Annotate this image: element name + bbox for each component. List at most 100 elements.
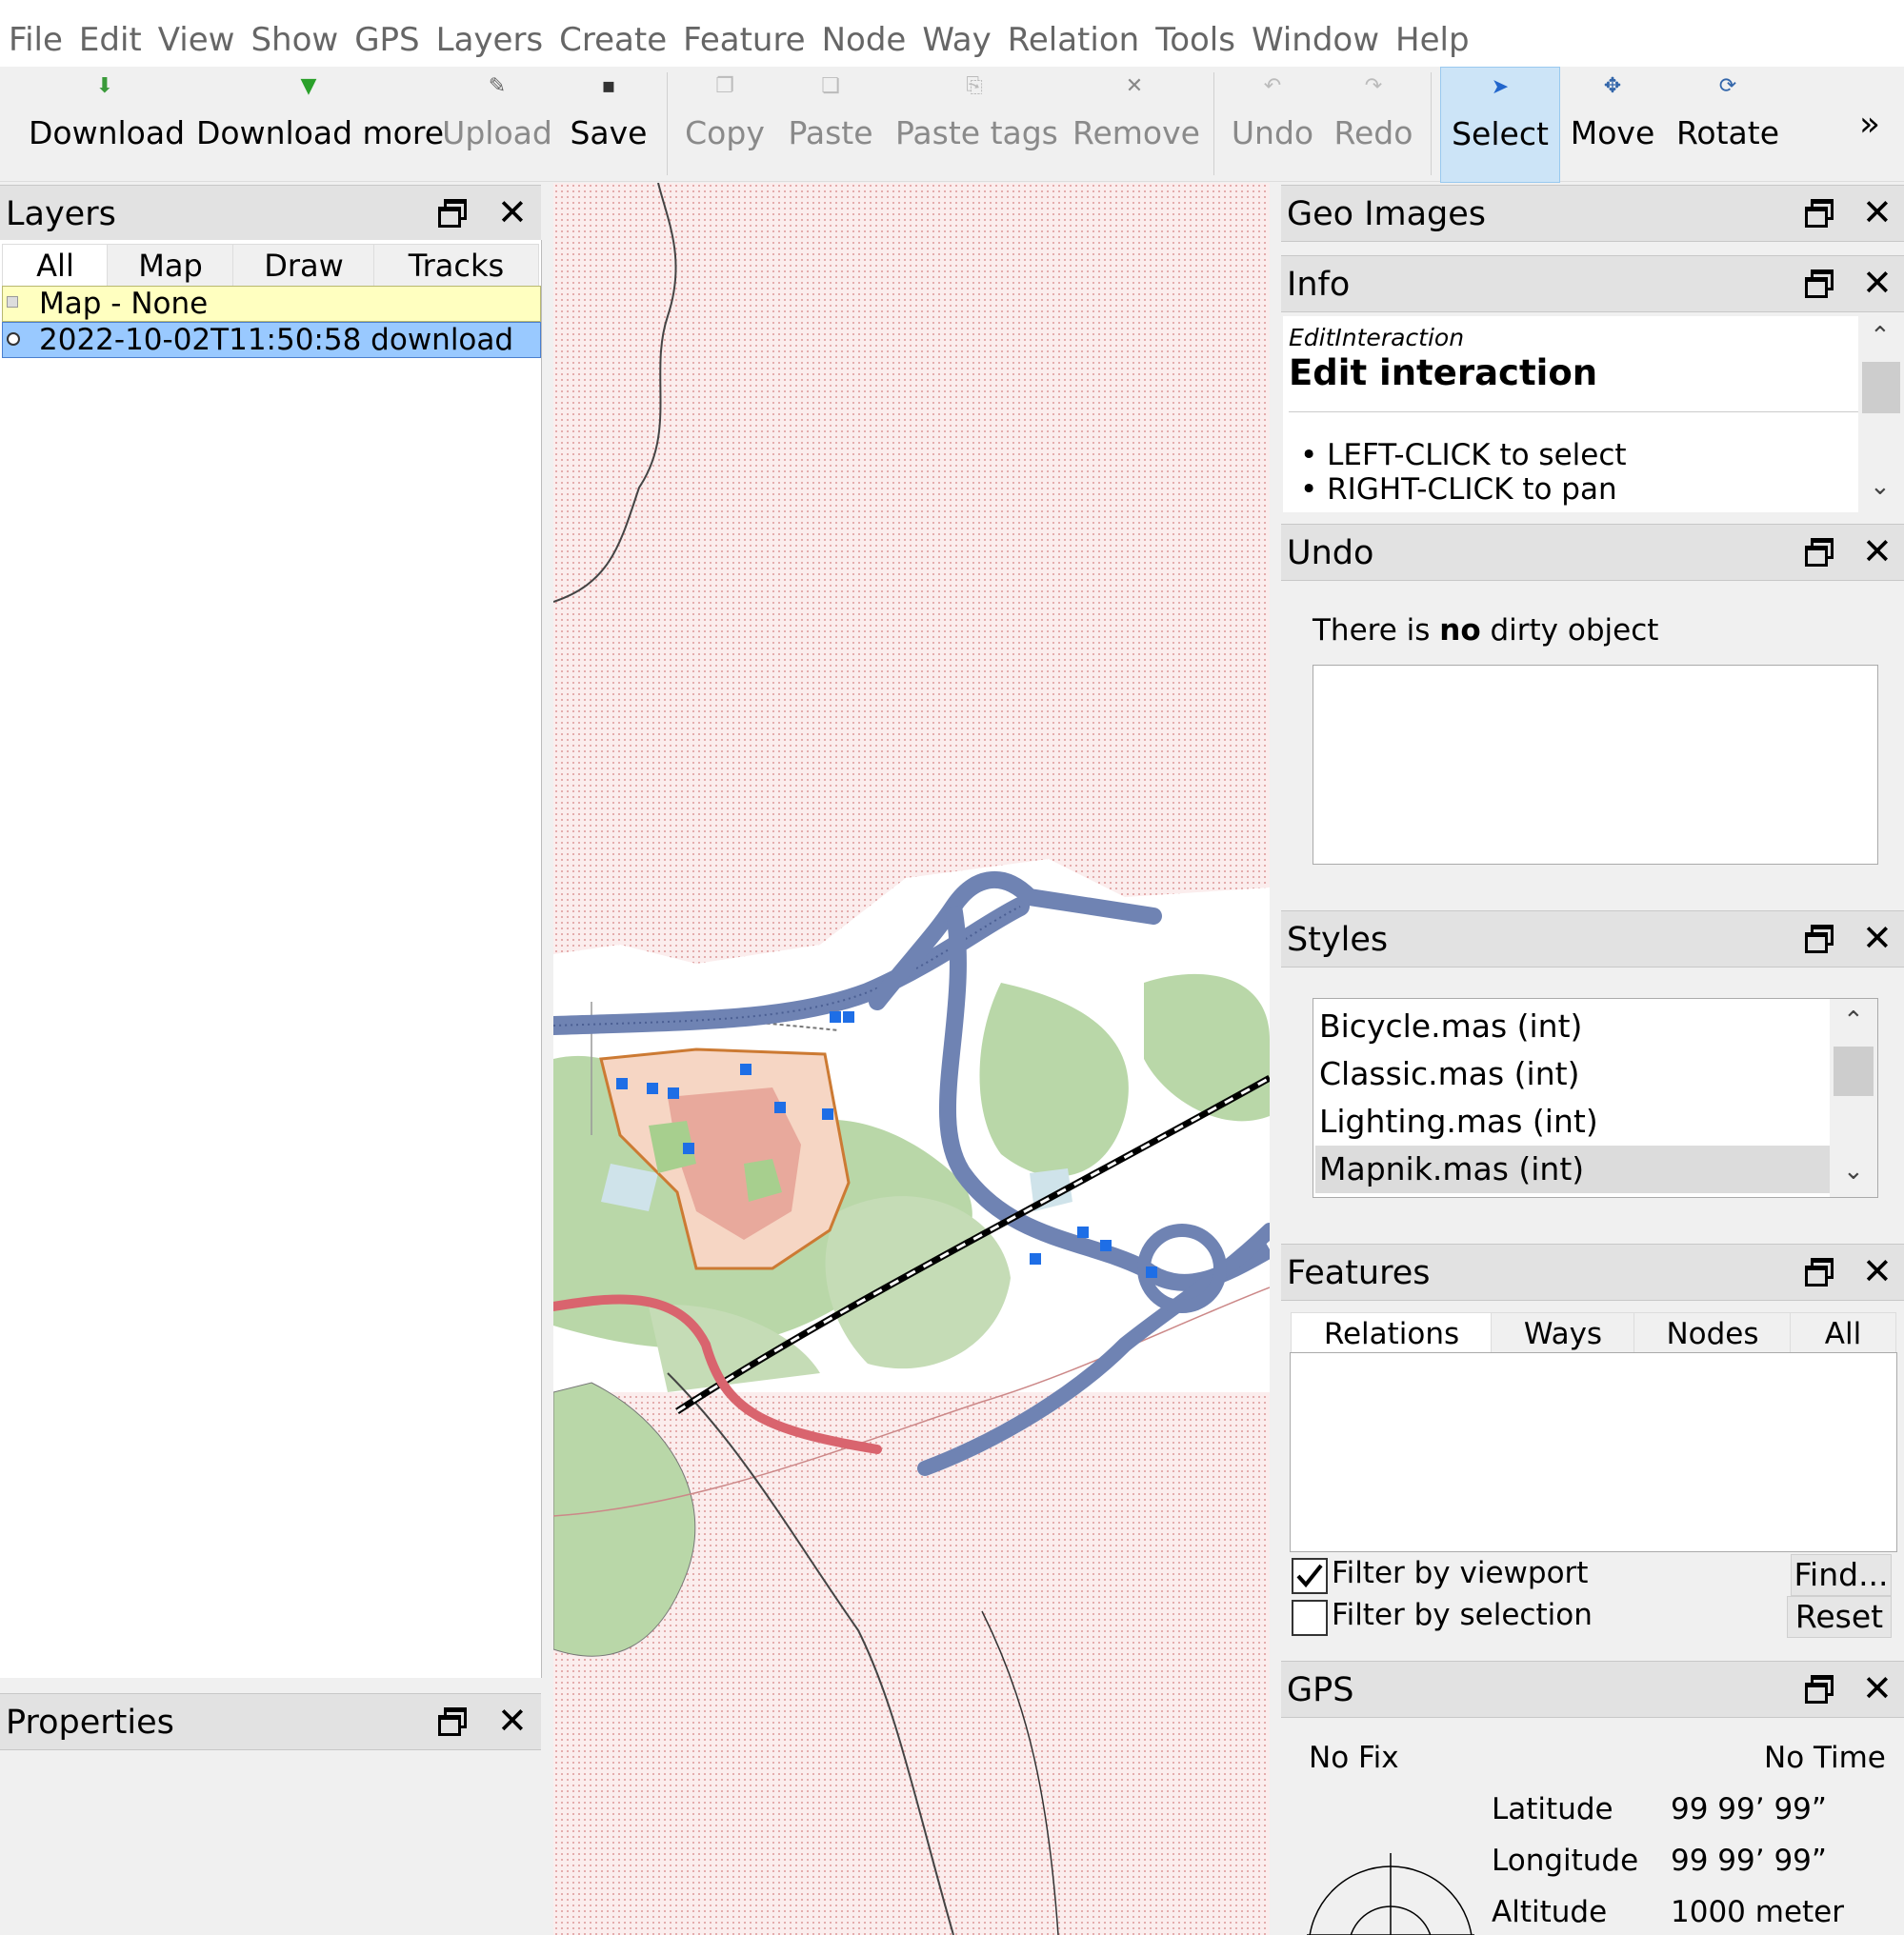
scroll-down-icon[interactable]: ⌄ [1843, 1157, 1864, 1186]
download-button[interactable]: ⬇ Download [29, 67, 186, 181]
layer-item-label: Map - None [39, 287, 209, 321]
close-icon[interactable]: ✕ [1862, 260, 1893, 306]
layer-visibility-icon[interactable] [7, 296, 18, 308]
download-more-label: Download more [196, 114, 445, 151]
rotate-button[interactable]: ⟳ Rotate [1671, 67, 1785, 181]
undo-button[interactable]: ↶ Undo [1227, 67, 1318, 181]
info-panel-header: Info ✕ [1281, 255, 1904, 312]
scroll-up-icon[interactable]: ⌃ [1843, 1007, 1864, 1035]
gps-latitude-value: 99 99’ 99” [1671, 1792, 1827, 1826]
rotate-icon: ⟳ [1718, 74, 1737, 98]
styles-scrollbar[interactable]: ⌃ ⌄ [1830, 999, 1877, 1197]
close-icon[interactable]: ✕ [1862, 1248, 1893, 1294]
float-window-icon[interactable] [1805, 1258, 1834, 1287]
paste-label: Paste [788, 114, 873, 151]
layers-panel: All Map Draw Tracks Map - None 2022-10-0… [0, 240, 542, 1678]
tab-all[interactable]: All [2, 244, 109, 287]
info-panel-title: Info [1287, 266, 1351, 304]
info-panel: EditInteraction Edit interaction • LEFT-… [1283, 316, 1904, 512]
float-window-icon[interactable] [1805, 199, 1834, 228]
gps-fix-status: No Fix [1309, 1741, 1399, 1775]
move-icon: ✥ [1603, 74, 1622, 98]
layer-visibility-icon[interactable] [7, 332, 20, 346]
styles-panel-header: Styles ✕ [1281, 910, 1904, 968]
gps-altitude-value: 1000 meter [1671, 1895, 1844, 1929]
tab-map[interactable]: Map [107, 244, 234, 288]
style-item[interactable]: Classic.mas (int) [1315, 1050, 1834, 1098]
float-window-icon[interactable] [1805, 538, 1834, 567]
info-divider [1289, 411, 1860, 412]
tab-all[interactable]: All [1790, 1312, 1896, 1356]
styles-list: Bicycle.mas (int) Classic.mas (int) Ligh… [1313, 998, 1878, 1198]
float-window-icon[interactable] [438, 199, 467, 228]
features-list[interactable] [1290, 1352, 1897, 1552]
close-icon[interactable]: ✕ [1862, 1666, 1893, 1711]
save-button[interactable]: ▪ Save [566, 67, 651, 181]
tab-nodes[interactable]: Nodes [1633, 1312, 1792, 1356]
info-scrollbar[interactable]: ⌃ ⌄ [1858, 316, 1904, 512]
rotate-label: Rotate [1675, 114, 1780, 151]
gps-panel-header: GPS ✕ [1281, 1661, 1904, 1718]
float-window-icon[interactable] [1805, 1675, 1834, 1704]
float-window-icon[interactable] [1805, 269, 1834, 298]
undo-list[interactable] [1313, 665, 1878, 865]
upload-button[interactable]: ✎ Upload [440, 67, 554, 181]
download-label: Download [29, 114, 186, 151]
redo-button[interactable]: ↷ Redo [1330, 67, 1417, 181]
download-more-button[interactable]: ▼ Download more [196, 67, 445, 181]
style-item[interactable]: Bicycle.mas (int) [1315, 1003, 1834, 1050]
redo-icon: ↷ [1364, 74, 1383, 98]
style-item-selected[interactable]: Mapnik.mas (int) [1315, 1146, 1834, 1193]
reset-button[interactable]: Reset [1787, 1596, 1892, 1638]
upload-icon: ✎ [488, 74, 507, 98]
style-item[interactable]: Lighting.mas (int) [1315, 1098, 1834, 1146]
undo-message-text: There is [1313, 613, 1440, 648]
close-icon[interactable]: ✕ [1862, 915, 1893, 961]
toolbar-overflow-button[interactable]: » [1859, 105, 1880, 144]
features-tabs: Relations Ways Nodes All [1291, 1308, 1896, 1356]
tab-relations[interactable]: Relations [1291, 1312, 1493, 1355]
find-button[interactable]: Find... [1791, 1554, 1892, 1596]
info-bullet: • RIGHT-CLICK to pan [1300, 472, 1617, 507]
map-view[interactable] [553, 183, 1270, 1935]
scroll-up-icon[interactable]: ⌃ [1870, 322, 1891, 350]
paste-tags-button[interactable]: ⎘ Paste tags [895, 67, 1058, 181]
tab-ways[interactable]: Ways [1491, 1312, 1635, 1356]
remove-button[interactable]: ✕ Remove [1072, 67, 1200, 181]
save-label: Save [570, 114, 648, 151]
move-button[interactable]: ✥ Move [1568, 67, 1657, 181]
copy-button[interactable]: ❐ Copy [680, 67, 770, 181]
tab-tracks[interactable]: Tracks [373, 244, 539, 288]
layer-item-label: 2022-10-02T11:50:58 download [39, 323, 514, 357]
copy-icon: ❐ [715, 74, 734, 98]
tab-draw[interactable]: Draw [232, 244, 375, 288]
filter-viewport-label: Filter by viewport [1332, 1556, 1589, 1590]
info-subtitle: EditInteraction [1289, 324, 1465, 351]
layer-item-download[interactable]: 2022-10-02T11:50:58 download [2, 322, 541, 358]
properties-panel [0, 1750, 541, 1935]
toolbar-separator [1431, 72, 1432, 175]
scroll-down-icon[interactable]: ⌄ [1870, 472, 1891, 501]
properties-panel-title: Properties [6, 1704, 174, 1742]
close-icon[interactable]: ✕ [1862, 529, 1893, 574]
close-icon[interactable]: ✕ [1862, 190, 1893, 235]
remove-label: Remove [1072, 114, 1200, 151]
float-window-icon[interactable] [438, 1707, 467, 1736]
select-arrow-icon: ➤ [1491, 75, 1510, 99]
properties-panel-header: Properties ✕ [0, 1693, 541, 1750]
save-icon: ▪ [601, 74, 616, 98]
close-icon[interactable]: ✕ [497, 190, 528, 235]
layer-item-map[interactable]: Map - None [2, 286, 541, 322]
float-window-icon[interactable] [1805, 925, 1834, 953]
filter-selection-checkbox[interactable] [1292, 1600, 1328, 1636]
layers-panel-header: Layers ✕ [0, 185, 541, 242]
info-bullet: • LEFT-CLICK to select [1300, 438, 1627, 472]
close-icon[interactable]: ✕ [497, 1698, 528, 1744]
geo-images-panel-header: Geo Images ✕ [1281, 185, 1904, 242]
select-button[interactable]: ➤ Select [1440, 67, 1560, 183]
filter-viewport-checkbox[interactable] [1292, 1558, 1328, 1594]
copy-label: Copy [685, 114, 765, 151]
paste-button[interactable]: ❏ Paste [783, 67, 878, 181]
scrollbar-thumb[interactable] [1834, 1047, 1874, 1096]
scrollbar-thumb[interactable] [1862, 362, 1900, 413]
